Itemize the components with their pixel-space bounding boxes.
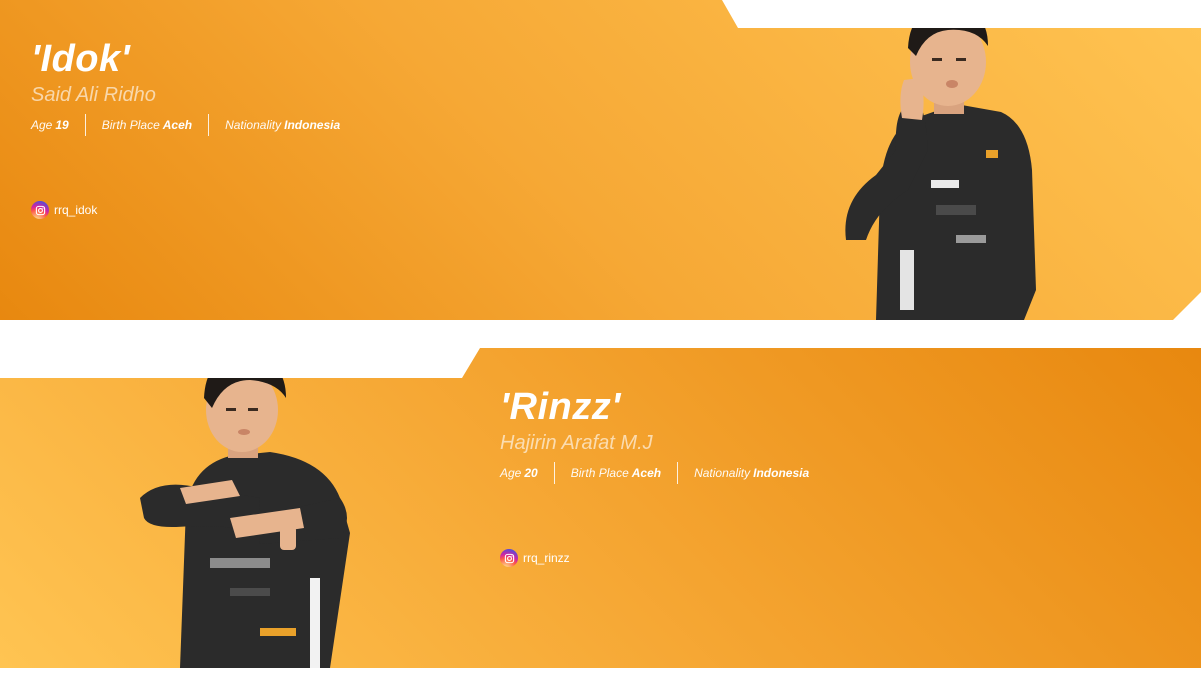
instagram-link[interactable]: rrq_rinzz — [500, 549, 570, 567]
player-nickname: 'Rinzz' — [500, 386, 621, 428]
stat-nationality-label: Nationality — [694, 466, 751, 480]
player-photo — [140, 348, 355, 668]
stat-age-value: 19 — [55, 118, 69, 132]
player-card-idok: 'Idok' Said Ali Ridho Age 19 Birth Place… — [0, 0, 1201, 320]
player-photo — [836, 0, 1046, 320]
stat-nationality: Nationality Indonesia — [208, 114, 356, 136]
player-real-name: Said Ali Ridho — [31, 84, 156, 106]
stat-age-value: 20 — [524, 466, 538, 480]
instagram-handle: rrq_idok — [54, 203, 98, 217]
player-card-rinzz: 'Rinzz' Hajirin Arafat M.J Age 20 Birth … — [0, 348, 1201, 668]
instagram-icon — [500, 549, 518, 567]
stat-nationality-value: Indonesia — [753, 466, 810, 480]
stat-birth-place: Birth Place Aceh — [553, 462, 677, 484]
player-info: 'Idok' Said Ali Ridho Age 19 Birth Place… — [31, 36, 356, 136]
stat-age-label: Age — [31, 118, 53, 132]
stat-birth-place-label: Birth Place — [101, 118, 160, 132]
stat-age: Age 20 — [500, 462, 554, 484]
stat-birth-place-value: Aceh — [631, 466, 662, 480]
player-roster-page: 'Idok' Said Ali Ridho Age 19 Birth Place… — [0, 0, 1201, 692]
stat-birth-place-label: Birth Place — [570, 466, 629, 480]
player-info: 'Rinzz' Hajirin Arafat M.J Age 20 Birth … — [500, 384, 825, 484]
stat-birth-place: Birth Place Aceh — [84, 114, 208, 136]
stat-nationality-label: Nationality — [225, 118, 282, 132]
instagram-link[interactable]: rrq_idok — [31, 201, 97, 219]
player-nickname: 'Idok' — [31, 38, 131, 80]
stat-nationality-value: Indonesia — [284, 118, 341, 132]
player-real-name: Hajirin Arafat M.J — [500, 432, 653, 454]
stat-birth-place-value: Aceh — [162, 118, 193, 132]
instagram-handle: rrq_rinzz — [523, 551, 570, 565]
player-stats: Age 20 Birth Place Aceh Nationality Indo… — [500, 462, 825, 484]
instagram-icon — [31, 201, 49, 219]
stat-age-label: Age — [500, 466, 522, 480]
stat-nationality: Nationality Indonesia — [677, 462, 825, 484]
player-stats: Age 19 Birth Place Aceh Nationality Indo… — [31, 114, 356, 136]
stat-age: Age 19 — [31, 114, 85, 136]
